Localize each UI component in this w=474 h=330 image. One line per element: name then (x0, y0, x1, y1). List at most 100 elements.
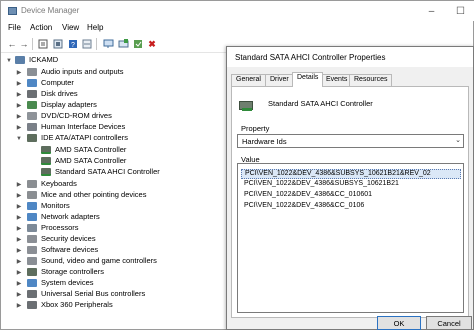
ok-button[interactable]: OK (377, 316, 421, 330)
back-arrow-icon[interactable]: ← (6, 38, 18, 50)
expand-icon[interactable]: ▶ (15, 179, 23, 190)
speaker-icon (27, 257, 37, 265)
scan-icon[interactable] (81, 38, 93, 50)
tree-item-amd-sata-1[interactable]: AMD SATA Controller (29, 145, 209, 156)
tree-item-disk-drives[interactable]: ▶ Disk drives (15, 89, 195, 100)
display-icon[interactable] (102, 38, 114, 50)
tree-item-label: Network adapters (41, 212, 100, 221)
value-list[interactable]: PCI\VEN_1022&DEV_4386&SUBSYS_10621B21&RE… (237, 163, 464, 313)
tree-item-dvd[interactable]: ▶ DVD/CD-ROM drives (15, 111, 195, 122)
tab-details[interactable]: Details (292, 72, 324, 87)
network-icon (27, 213, 37, 221)
update-driver-icon[interactable] (117, 38, 129, 50)
expand-icon[interactable]: ▶ (15, 256, 23, 267)
expand-icon[interactable]: ▶ (15, 100, 23, 111)
show-hidden-icon[interactable] (52, 38, 64, 50)
enable-device-icon[interactable] (132, 38, 144, 50)
system-device-icon (27, 279, 37, 287)
collapse-icon[interactable]: ▼ (15, 133, 23, 144)
menu-bar: File Action View Help (1, 21, 474, 35)
expand-icon[interactable]: ▶ (15, 300, 23, 311)
toolbar-separator (96, 38, 97, 50)
expand-icon[interactable]: ▶ (15, 190, 23, 201)
controller-icon (27, 134, 37, 142)
expand-icon[interactable]: ▶ (15, 223, 23, 234)
tree-item-label: Storage controllers (41, 267, 104, 276)
collapse-icon[interactable]: ▼ (5, 55, 13, 66)
forward-arrow-icon[interactable]: → (18, 38, 30, 50)
properties-icon[interactable] (37, 38, 49, 50)
tree-item-software[interactable]: ▶ Software devices (15, 245, 195, 256)
tree-item-ide[interactable]: ▼ IDE ATA/ATAPI controllers (15, 133, 195, 144)
expand-icon[interactable]: ▶ (15, 267, 23, 278)
expand-icon[interactable]: ▶ (15, 78, 23, 89)
property-label: Property (241, 124, 270, 133)
tree-item-label: DVD/CD-ROM drives (41, 111, 112, 120)
value-list-item[interactable]: PCI\VEN_1022&DEV_4386&SUBSYS_10621B21 (241, 180, 461, 190)
expand-icon[interactable]: ▶ (15, 111, 23, 122)
property-dropdown[interactable]: Hardware Ids ⌄ (237, 134, 464, 148)
controller-icon (239, 101, 253, 111)
menu-view[interactable]: View (62, 23, 79, 32)
tab-events[interactable]: Events (321, 74, 353, 86)
tree-item-storage[interactable]: ▶ Storage controllers (15, 267, 195, 278)
tree-item-label: Xbox 360 Peripherals (41, 300, 113, 309)
tree-root[interactable]: ▼ ICKAMD (5, 55, 125, 66)
tree-item-sound[interactable]: ▶ Sound, video and game controllers (15, 256, 215, 267)
dialog-title: Standard SATA AHCI Controller Properties (235, 53, 386, 62)
minimize-button[interactable]: – (417, 1, 446, 21)
cancel-button[interactable]: Cancel (426, 316, 472, 330)
tree-item-processors[interactable]: ▶ Processors (15, 223, 195, 234)
tree-item-usb[interactable]: ▶ Universal Serial Bus controllers (15, 289, 215, 300)
tree-item-hid[interactable]: ▶ Human Interface Devices (15, 122, 195, 133)
dvd-drive-icon (27, 112, 37, 120)
menu-help[interactable]: Help (87, 23, 103, 32)
tree-item-monitors[interactable]: ▶ Monitors (15, 201, 195, 212)
expand-icon[interactable]: ▶ (15, 212, 23, 223)
expand-icon[interactable]: ▶ (15, 234, 23, 245)
tree-item-system[interactable]: ▶ System devices (15, 278, 195, 289)
tree-item-display-adapters[interactable]: ▶ Display adapters (15, 100, 195, 111)
tree-item-label: Software devices (41, 245, 99, 254)
computer-icon (15, 56, 25, 64)
maximize-button[interactable]: ☐ (446, 1, 474, 21)
tree-item-computer[interactable]: ▶ Computer (15, 78, 195, 89)
menu-action[interactable]: Action (30, 23, 52, 32)
expand-icon[interactable]: ▶ (15, 67, 23, 78)
expand-icon[interactable]: ▶ (15, 122, 23, 133)
speaker-icon (27, 68, 37, 76)
disk-icon (27, 90, 37, 98)
tree-item-amd-sata-2[interactable]: AMD SATA Controller (29, 156, 209, 167)
tree-item-audio[interactable]: ▶ Audio inputs and outputs (15, 67, 195, 78)
usb-icon (27, 290, 37, 298)
uninstall-icon[interactable]: ✖ (146, 38, 158, 50)
window-title: Device Manager (21, 6, 80, 15)
device-name: Standard SATA AHCI Controller (268, 99, 373, 108)
tab-driver[interactable]: Driver (265, 74, 294, 86)
value-list-item[interactable]: PCI\VEN_1022&DEV_4386&CC_010601 (241, 191, 461, 201)
tree-item-label: Computer (41, 78, 74, 87)
controller-icon (41, 157, 51, 165)
tree-item-label: AMD SATA Controller (55, 156, 127, 165)
tab-general[interactable]: General (231, 74, 266, 86)
value-list-item[interactable]: PCI\VEN_1022&DEV_4386&CC_0106 (241, 202, 461, 212)
expand-icon[interactable]: ▶ (15, 289, 23, 300)
tree-item-label: Standard SATA AHCI Controller (55, 167, 160, 176)
expand-icon[interactable]: ▶ (15, 201, 23, 212)
help-icon[interactable]: ? (67, 38, 79, 50)
expand-icon[interactable]: ▶ (15, 89, 23, 100)
expand-icon[interactable]: ▶ (15, 278, 23, 289)
expand-icon[interactable]: ▶ (15, 245, 23, 256)
menu-file[interactable]: File (8, 23, 21, 32)
tab-resources[interactable]: Resources (349, 74, 393, 86)
tree-item-label: Universal Serial Bus controllers (41, 289, 146, 298)
tree-item-keyboards[interactable]: ▶ Keyboards (15, 179, 195, 190)
tree-item-xbox[interactable]: ▶ Xbox 360 Peripherals (15, 300, 195, 311)
hid-icon (27, 123, 37, 131)
tree-item-standard-sata[interactable]: Standard SATA AHCI Controller (29, 167, 209, 178)
tree-item-label: Mice and other pointing devices (41, 190, 147, 199)
tree-item-security[interactable]: ▶ Security devices (15, 234, 195, 245)
tree-item-mice[interactable]: ▶ Mice and other pointing devices (15, 190, 195, 201)
value-list-item[interactable]: PCI\VEN_1022&DEV_4386&SUBSYS_10621B21&RE… (241, 169, 461, 179)
tree-item-network[interactable]: ▶ Network adapters (15, 212, 195, 223)
